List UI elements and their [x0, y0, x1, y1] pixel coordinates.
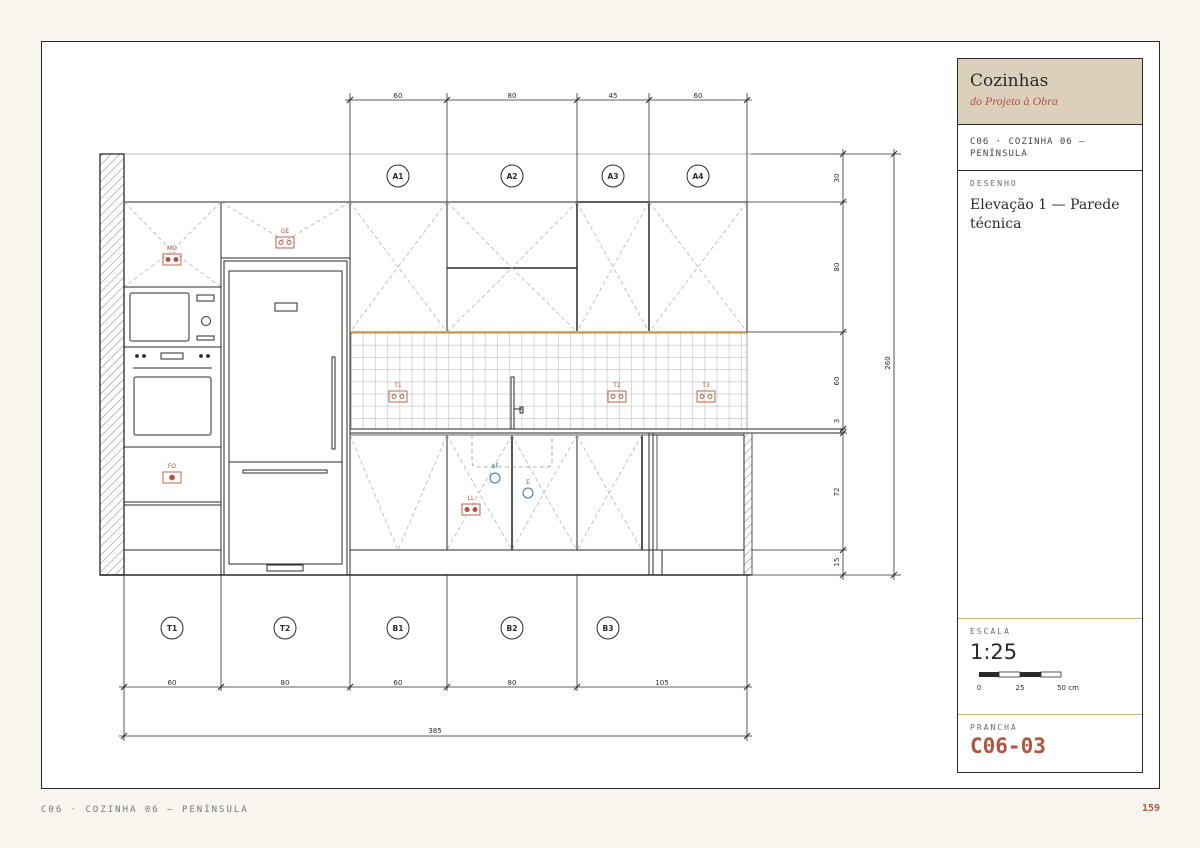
dim-top-1: 60 [394, 92, 403, 100]
tag-t2: T2 [280, 624, 290, 633]
sheet-section: PRANCHA C06-03 [958, 714, 1142, 772]
scale-tick-0: 0 [977, 684, 981, 692]
label-ge: GE [281, 228, 290, 235]
cold-water-point-icon [489, 472, 501, 484]
dim-overall-height: 260 [884, 356, 892, 369]
dim-top-2: 80 [508, 92, 517, 100]
tall-unit-appliances [123, 286, 222, 551]
page-number: 159 [1141, 803, 1160, 814]
drawing-frame: 60 80 45 60 60 80 60 80 105 385 30 80 60… [41, 41, 1160, 789]
label-af: AF [491, 463, 499, 470]
title-block: Cozinhas do Projeto à Obra C06 · COZINHA… [957, 58, 1143, 773]
dim-bottom-3: 60 [394, 679, 403, 687]
title-block-header: Cozinhas do Projeto à Obra [958, 59, 1142, 125]
tall-unit-tops [123, 201, 351, 288]
label-ll: LL [468, 495, 475, 502]
drain-point-icon [522, 487, 534, 499]
scale-tick-25: 25 [1016, 684, 1025, 692]
label-t1: T1 [393, 382, 402, 389]
sheet-number: C06-03 [970, 734, 1046, 758]
drawing-section: DESENHO Elevação 1 — Parede técnica [958, 171, 1142, 234]
tag-b3: B3 [603, 624, 614, 633]
footer-chapter: C06 · COZINHA 06 — PENÍNSULA [41, 805, 249, 815]
upper-cabinets [349, 201, 748, 333]
scale-value: 1:25 [970, 640, 1018, 664]
scale-tick-50: 50 cm [1057, 684, 1079, 692]
wall-section [99, 153, 125, 576]
book-subtitle: do Projeto à Obra [970, 94, 1058, 108]
dim-top-3: 45 [609, 92, 618, 100]
scale-bar: 0 25 50 cm [977, 671, 1079, 692]
dim-right-5: 72 [833, 488, 841, 497]
backsplash-tiles [350, 332, 748, 430]
tag-a4: A4 [692, 172, 703, 181]
dim-top-4: 60 [694, 92, 703, 100]
dim-right-6: 15 [833, 558, 841, 567]
fridge-column [223, 260, 348, 576]
tag-b1: B1 [393, 624, 404, 633]
label-t3: T3 [701, 382, 710, 389]
tag-t1: T1 [167, 624, 177, 633]
base-cabinets [349, 432, 841, 576]
dim-bottom-1: 60 [168, 679, 177, 687]
scale-section: ESCALA 1:25 0 25 50 cm [958, 618, 1142, 714]
dim-bottom-4: 80 [508, 679, 517, 687]
drawing-name: Elevação 1 — Parede técnica [970, 197, 1120, 232]
dim-right-4: 3 [833, 419, 841, 423]
scale-label: ESCALA [970, 627, 1011, 636]
drawing-label: DESENHO [970, 179, 1018, 188]
dim-right-1: 30 [833, 174, 841, 183]
dim-right-3: 60 [833, 377, 841, 386]
tag-a3: A3 [607, 172, 618, 181]
label-fo: FO [168, 463, 176, 470]
dim-bottom-2: 80 [281, 679, 290, 687]
tag-a2: A2 [506, 172, 517, 181]
dim-right-2: 80 [833, 263, 841, 272]
label-t2: T2 [612, 382, 621, 389]
dim-overall-width: 385 [428, 727, 441, 735]
tag-a1: A1 [392, 172, 403, 181]
worktop [349, 428, 842, 436]
book-title: Cozinhas [970, 71, 1049, 91]
tag-b2: B2 [507, 624, 518, 633]
dim-bottom-5: 105 [655, 679, 668, 687]
label-e: E [526, 479, 530, 486]
label-mo: MO [167, 245, 177, 252]
sheet-label: PRANCHA [970, 723, 1018, 732]
chapter-label: C06 · COZINHA 06 — PENÍNSULA [958, 125, 1142, 171]
